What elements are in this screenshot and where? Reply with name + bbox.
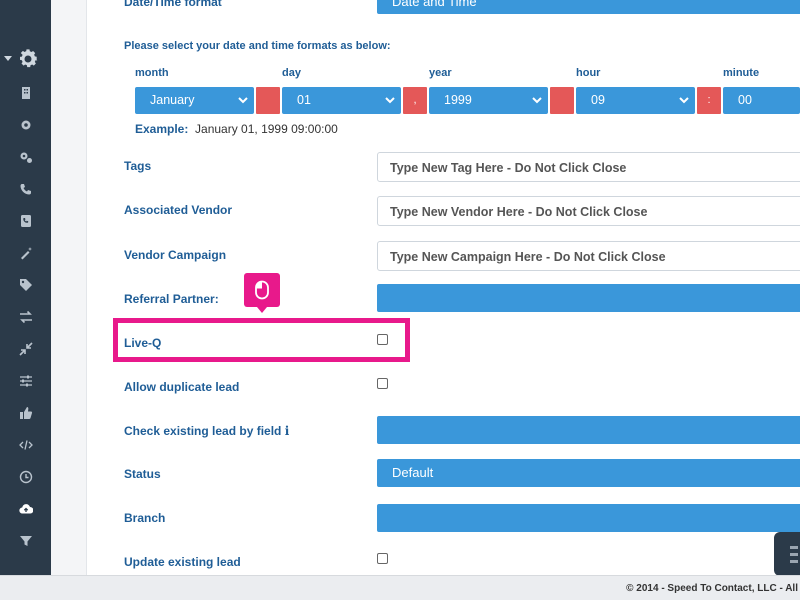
separator-2[interactable]: , — [403, 87, 427, 114]
minute-select[interactable]: 00 — [723, 87, 800, 114]
settings-icon[interactable] — [19, 118, 33, 132]
sidebar-settings-toggle[interactable] — [0, 44, 51, 74]
update-existing-label: Update existing lead — [124, 555, 241, 569]
phone-book-icon[interactable] — [19, 214, 33, 228]
info-icon[interactable]: i — [285, 424, 290, 438]
vendor-label: Associated Vendor — [124, 203, 233, 217]
chevron-down-icon — [238, 97, 248, 104]
separator-4[interactable]: : — [697, 87, 721, 114]
day-select[interactable]: 01 — [282, 87, 401, 114]
chat-widget-button[interactable] — [774, 532, 800, 576]
tags-label: Tags — [124, 159, 152, 173]
chevron-down-icon — [385, 97, 395, 104]
referral-select[interactable] — [377, 284, 800, 312]
footer-copyright: © 2014 - Speed To Contact, LLC - All — [626, 583, 798, 594]
gear-icon — [20, 49, 38, 68]
month-select-value: January — [150, 93, 195, 107]
year-select[interactable]: 1999 — [429, 87, 548, 114]
example-label: Example: — [135, 122, 189, 136]
month-header: month — [135, 67, 169, 79]
referral-label: Referral Partner: — [124, 292, 219, 306]
update-existing-checkbox[interactable] — [377, 553, 388, 564]
building-icon[interactable] — [19, 86, 33, 100]
footer: © 2014 - Speed To Contact, LLC - All — [0, 575, 800, 600]
chevron-down-icon — [679, 97, 689, 104]
caret-down-icon — [4, 56, 12, 61]
transfer-icon[interactable] — [19, 310, 33, 324]
chevron-down-icon — [532, 97, 542, 104]
phone-icon[interactable] — [19, 182, 33, 196]
click-indicator — [244, 273, 280, 313]
branch-label: Branch — [124, 511, 166, 525]
day-select-value: 01 — [297, 93, 311, 107]
campaign-label: Vendor Campaign — [124, 248, 227, 262]
month-select[interactable]: January — [135, 87, 254, 114]
hour-select-value: 09 — [591, 93, 605, 107]
separator-1[interactable] — [256, 87, 280, 114]
campaign-input[interactable]: Type New Campaign Here - Do Not Click Cl… — [377, 241, 800, 271]
datetime-format-label: Date/Time format — [124, 0, 222, 9]
sliders-icon[interactable] — [19, 374, 33, 388]
check-existing-label: Check existing lead by field i — [124, 424, 289, 438]
year-header: year — [429, 67, 452, 79]
tag-icon[interactable] — [19, 278, 33, 292]
code-icon[interactable] — [19, 438, 33, 452]
vendor-input[interactable]: Type New Vendor Here - Do Not Click Clos… — [377, 196, 800, 226]
tags-input[interactable]: Type New Tag Here - Do Not Click Close — [377, 152, 800, 182]
branch-select[interactable] — [377, 504, 800, 532]
thumbs-up-icon[interactable] — [19, 406, 33, 420]
compress-icon[interactable] — [19, 342, 33, 356]
check-existing-select[interactable] — [377, 416, 800, 444]
status-select[interactable]: Default — [377, 459, 800, 487]
day-header: day — [282, 67, 301, 79]
cloud-upload-icon[interactable] — [19, 502, 34, 516]
year-select-value: 1999 — [444, 93, 472, 107]
minute-header: minute — [723, 67, 760, 79]
duplicate-label: Allow duplicate lead — [124, 380, 240, 394]
datetime-format-select[interactable]: Date and Time — [377, 0, 800, 14]
example-value: January 01, 1999 09:00:00 — [195, 122, 338, 136]
hour-select[interactable]: 09 — [576, 87, 695, 114]
datetime-example: Example: January 01, 1999 09:00:00 — [135, 122, 338, 136]
duplicate-checkbox[interactable] — [377, 378, 388, 389]
mouse-icon — [255, 280, 269, 300]
minute-select-value: 00 — [738, 93, 752, 107]
gears-icon[interactable] — [19, 150, 33, 164]
datetime-instruction: Please select your date and time formats… — [124, 40, 391, 52]
filter-icon[interactable] — [19, 534, 33, 548]
highlight-box — [113, 318, 410, 362]
clock-icon[interactable] — [19, 470, 33, 484]
magic-wand-icon[interactable] — [19, 246, 33, 260]
check-existing-text: Check existing lead by field — [124, 424, 282, 438]
separator-3[interactable] — [550, 87, 574, 114]
content-gutter — [51, 0, 87, 575]
status-label: Status — [124, 467, 161, 481]
sidebar — [0, 0, 51, 575]
hour-header: hour — [576, 67, 601, 79]
